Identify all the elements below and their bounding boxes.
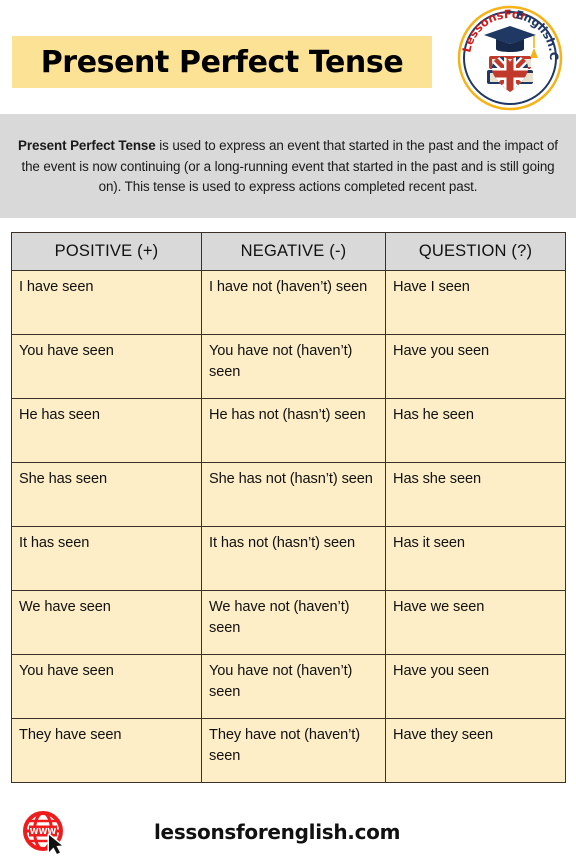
cell-positive: He has seen [11, 398, 202, 463]
column-header-negative: NEGATIVE (-) [201, 232, 386, 271]
cell-question: Have I seen [385, 270, 566, 335]
cell-positive: You have seen [11, 654, 202, 719]
table-row: She has seen She has not (hasn’t) seen H… [11, 462, 566, 527]
cell-negative: I have not (haven’t) seen [201, 270, 386, 335]
cell-question: Have you seen [385, 334, 566, 399]
conjugation-table: POSITIVE (+) NEGATIVE (-) QUESTION (?) I… [11, 232, 566, 783]
cell-positive: It has seen [11, 526, 202, 591]
page-footer: WWW lessonsforenglish.com [0, 800, 576, 864]
cell-negative: They have not (haven’t) seen [201, 718, 386, 783]
title-banner: Present Perfect Tense [12, 36, 432, 88]
cell-question: Has she seen [385, 462, 566, 527]
conjugation-table-wrapper: POSITIVE (+) NEGATIVE (-) QUESTION (?) I… [11, 232, 566, 783]
cell-question: Have we seen [385, 590, 566, 655]
table-header: POSITIVE (+) NEGATIVE (-) QUESTION (?) [11, 232, 566, 271]
cell-positive: You have seen [11, 334, 202, 399]
cell-positive: I have seen [11, 270, 202, 335]
page-header: Present Perfect Tense LessonsFor English… [0, 0, 576, 112]
cell-positive: We have seen [11, 590, 202, 655]
column-header-positive: POSITIVE (+) [11, 232, 202, 271]
svg-text:WWW: WWW [30, 827, 57, 836]
table-row: We have seen We have not (haven’t) seen … [11, 590, 566, 655]
description-text: Present Perfect Tense is used to express… [14, 136, 562, 198]
cell-negative: She has not (hasn’t) seen [201, 462, 386, 527]
cell-negative: We have not (haven’t) seen [201, 590, 386, 655]
table-row: I have seen I have not (haven’t) seen Ha… [11, 270, 566, 335]
cell-question: Have they seen [385, 718, 566, 783]
cell-positive: She has seen [11, 462, 202, 527]
cell-question: Has he seen [385, 398, 566, 463]
table-body: I have seen I have not (haven’t) seen Ha… [11, 270, 566, 783]
cell-negative: It has not (hasn’t) seen [201, 526, 386, 591]
page-title: Present Perfect Tense [40, 44, 404, 80]
cell-negative: You have not (haven’t) seen [201, 654, 386, 719]
table-row: You have seen You have not (haven’t) see… [11, 654, 566, 719]
column-header-question: QUESTION (?) [385, 232, 566, 271]
table-row: They have seen They have not (haven’t) s… [11, 718, 566, 783]
cell-question: Has it seen [385, 526, 566, 591]
table-row: It has seen It has not (hasn’t) seen Has… [11, 526, 566, 591]
cell-negative: You have not (haven’t) seen [201, 334, 386, 399]
description-box: Present Perfect Tense is used to express… [0, 114, 576, 218]
cell-question: Have you seen [385, 654, 566, 719]
infographic-page: Present Perfect Tense LessonsFor English… [0, 0, 576, 864]
table-row: He has seen He has not (hasn’t) seen Has… [11, 398, 566, 463]
table-header-row: POSITIVE (+) NEGATIVE (-) QUESTION (?) [11, 232, 566, 271]
table-row: You have seen You have not (haven’t) see… [11, 334, 566, 399]
www-globe-icon: WWW [22, 809, 68, 855]
cell-negative: He has not (hasn’t) seen [201, 398, 386, 463]
description-lead: Present Perfect Tense [18, 138, 156, 154]
lessonsforenglish-logo: LessonsFor English.Com [456, 4, 564, 112]
website-url: lessonsforenglish.com [154, 820, 401, 844]
cell-positive: They have seen [11, 718, 202, 783]
